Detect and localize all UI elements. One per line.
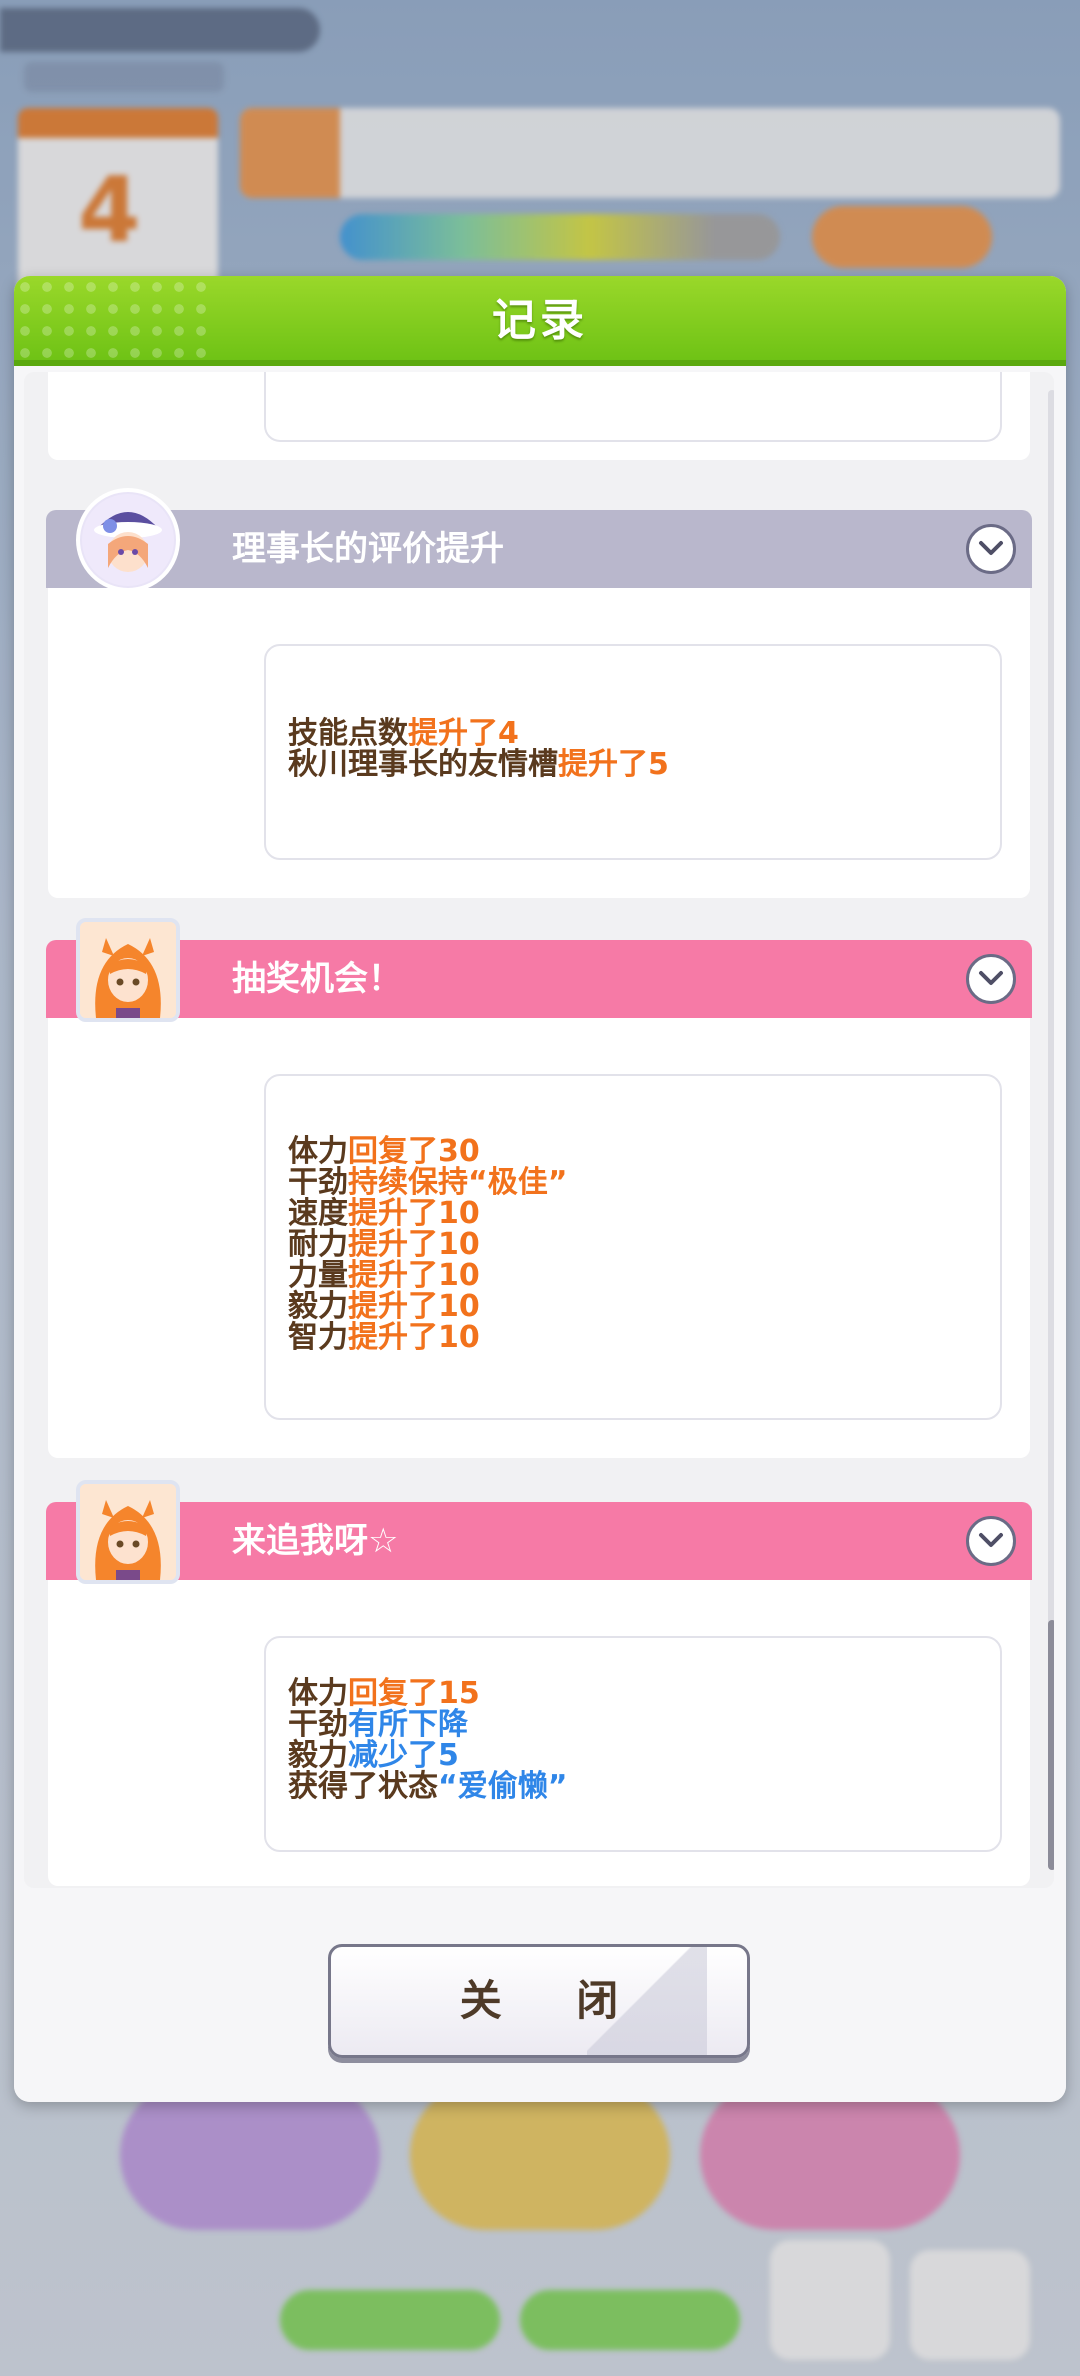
record-header[interactable]: 抽奖机会！ <box>46 918 1032 1022</box>
record-header[interactable]: 理事长的评价提升 <box>46 488 1032 592</box>
record-lines: 体力回复了30 干劲持续保持“极佳” 速度提升了10 耐力提升了10 力量提升了10 毅力… <box>288 1136 567 1353</box>
stat-label: 干劲 <box>288 1707 348 1742</box>
stat-label: 毅力 <box>288 1289 348 1324</box>
record-line: 毅力减少了5 <box>288 1740 567 1771</box>
chevron-down-icon[interactable] <box>966 1516 1016 1566</box>
record-lines: 体力回复了15 干劲有所下降 毅力减少了5 获得了状态“爱偷懒” <box>288 1678 567 1802</box>
record-line: 力量提升了10 <box>288 1260 567 1291</box>
stat-change: 有所下降 <box>348 1707 468 1742</box>
dialog-title: 记录 <box>492 295 588 346</box>
record-card: 理事长的评价提升 技能点数提升了4 秋川理事长的友情槽提升了5 <box>46 488 1032 898</box>
scrollbar-thumb[interactable] <box>1048 1620 1054 1870</box>
record-card-partial <box>48 372 1030 460</box>
record-line: 技能点数提升了4 <box>288 718 669 749</box>
stat-change: 提升了10 <box>348 1258 480 1293</box>
stat-change: 提升了5 <box>558 747 669 782</box>
record-line: 毅力提升了10 <box>288 1291 567 1322</box>
record-line: 秋川理事长的友情槽提升了5 <box>288 749 669 780</box>
dialog-header: 记录 <box>14 276 1066 366</box>
stat-change: 提升了10 <box>348 1196 480 1231</box>
record-line: 速度提升了10 <box>288 1198 567 1229</box>
record-card: 来追我呀☆ 体力回复了15 干劲有所下降 毅力减少了5 获得了状态“爱偷懒” <box>46 1480 1032 1886</box>
record-title: 理事长的评价提升 <box>232 529 504 569</box>
record-line: 干劲持续保持“极佳” <box>288 1167 567 1198</box>
stat-change: 提升了4 <box>408 716 519 751</box>
stat-change: 持续保持“极佳” <box>348 1165 568 1200</box>
stat-label: 秋川理事长的友情槽 <box>288 747 558 782</box>
chevron-down-icon[interactable] <box>966 954 1016 1004</box>
record-title: 来追我呀☆ <box>232 1521 399 1561</box>
record-header[interactable]: 来追我呀☆ <box>46 1480 1032 1584</box>
stat-change: 提升了10 <box>348 1289 480 1324</box>
record-dialog: 记录 理事长的评价提升 技能点数提升了4 秋川理事长的友情槽提升了5 抽奖机会！… <box>14 276 1066 2102</box>
record-line: 体力回复了15 <box>288 1678 567 1709</box>
stat-label: 技能点数 <box>288 716 408 751</box>
record-line: 耐力提升了10 <box>288 1229 567 1260</box>
record-line: 干劲有所下降 <box>288 1709 567 1740</box>
record-content-box: 体力回复了15 干劲有所下降 毅力减少了5 获得了状态“爱偷懒” <box>264 1636 1002 1852</box>
record-content-box: 技能点数提升了4 秋川理事长的友情槽提升了5 <box>264 644 1002 860</box>
scrollbar[interactable] <box>1048 390 1054 1870</box>
stat-label: 体力 <box>288 1676 348 1711</box>
stat-label: 力量 <box>288 1258 348 1293</box>
record-line: 体力回复了30 <box>288 1136 567 1167</box>
stat-label: 获得了状态 <box>288 1769 438 1804</box>
stat-change: 减少了5 <box>348 1738 459 1773</box>
record-card: 抽奖机会！ 体力回复了30 干劲持续保持“极佳” 速度提升了10 耐力提升了10 力量提… <box>46 918 1032 1458</box>
record-title: 抽奖机会！ <box>232 959 402 999</box>
record-line: 获得了状态“爱偷懒” <box>288 1771 567 1802</box>
stat-label: 速度 <box>288 1196 348 1231</box>
chairman-avatar-icon <box>76 488 180 592</box>
chevron-down-icon[interactable] <box>966 524 1016 574</box>
stat-label: 干劲 <box>288 1165 348 1200</box>
record-list[interactable]: 理事长的评价提升 技能点数提升了4 秋川理事长的友情槽提升了5 抽奖机会！ 体力… <box>24 372 1054 1888</box>
stat-label: 智力 <box>288 1320 348 1355</box>
stat-change: “爱偷懒” <box>438 1769 568 1804</box>
record-content-box: 体力回复了30 干劲持续保持“极佳” 速度提升了10 耐力提升了10 力量提升了10 毅力… <box>264 1074 1002 1420</box>
record-lines: 技能点数提升了4 秋川理事长的友情槽提升了5 <box>288 718 669 780</box>
close-button[interactable]: 关 闭 <box>328 1944 750 2058</box>
stat-change: 提升了10 <box>348 1227 480 1262</box>
stat-change: 提升了10 <box>348 1320 480 1355</box>
record-line: 智力提升了10 <box>288 1322 567 1353</box>
horse-girl-avatar-icon <box>76 918 180 1022</box>
horse-girl-avatar-icon <box>76 1480 180 1584</box>
stat-change: 回复了15 <box>348 1676 480 1711</box>
stat-label: 体力 <box>288 1134 348 1169</box>
close-button-label: 关 闭 <box>459 1976 649 2025</box>
stat-change: 回复了30 <box>348 1134 480 1169</box>
stat-label: 毅力 <box>288 1738 348 1773</box>
stat-label: 耐力 <box>288 1227 348 1262</box>
record-content-box-partial <box>264 372 1002 442</box>
